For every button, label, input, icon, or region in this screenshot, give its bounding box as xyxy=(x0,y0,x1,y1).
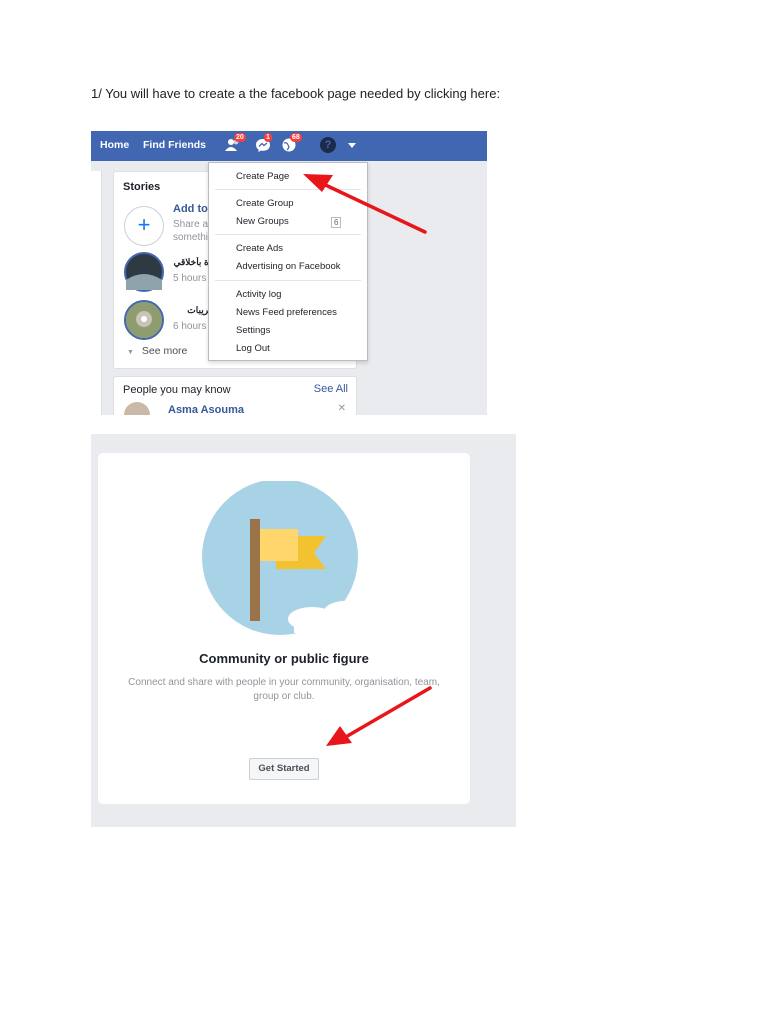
friend-requests-badge: 20 xyxy=(234,133,246,142)
create-page-screenshot: Community or public figure Connect and s… xyxy=(91,434,516,827)
account-menu-caret-icon[interactable] xyxy=(348,143,356,148)
story-time: 5 hours xyxy=(173,273,207,284)
notifications-badge: 68 xyxy=(290,133,302,142)
friend-requests-icon[interactable]: 20 xyxy=(225,133,246,152)
menu-item-create-page[interactable]: Create Page xyxy=(236,171,289,182)
account-dropdown-menu: Create Page Create Group New Groups 6 Cr… xyxy=(208,162,368,361)
add-story-plus-icon[interactable]: + xyxy=(124,206,164,246)
menu-divider xyxy=(215,189,361,190)
close-icon[interactable]: ✕ xyxy=(338,403,346,414)
add-story-label[interactable]: Add to xyxy=(173,203,208,215)
menu-item-settings[interactable]: Settings xyxy=(236,325,270,336)
person-name-link[interactable]: Asma Asouma xyxy=(168,404,244,415)
notifications-globe-icon[interactable]: 68 xyxy=(281,133,302,152)
person-avatar[interactable] xyxy=(124,402,150,415)
messenger-icon[interactable]: 1 xyxy=(255,133,272,152)
facebook-top-bar: Home Find Friends 20 1 68 ? xyxy=(91,131,487,161)
story-avatar[interactable] xyxy=(124,252,164,292)
see-more-label: See more xyxy=(141,345,188,357)
story-time: 6 hours xyxy=(173,321,207,332)
messages-badge: 1 xyxy=(264,133,272,142)
story-avatar[interactable] xyxy=(124,300,164,340)
facebook-menu-screenshot: Home Find Friends 20 1 68 ? Stories + Ad… xyxy=(91,131,487,415)
menu-item-new-groups[interactable]: New Groups xyxy=(236,216,289,227)
menu-item-log-out[interactable]: Log Out xyxy=(236,343,270,354)
menu-divider xyxy=(215,234,361,235)
menu-item-advertising[interactable]: Advertising on Facebook xyxy=(236,261,341,272)
menu-item-news-feed-preferences[interactable]: News Feed preferences xyxy=(236,307,337,318)
people-you-may-know-panel: People you may know See All Asma Asouma … xyxy=(113,376,357,415)
new-groups-count-badge: 6 xyxy=(331,217,342,228)
nav-home-link[interactable]: Home xyxy=(100,139,129,151)
left-column-edge xyxy=(91,171,102,415)
help-icon[interactable]: ? xyxy=(320,137,336,153)
community-page-card: Community or public figure Connect and s… xyxy=(98,453,470,804)
menu-item-create-group[interactable]: Create Group xyxy=(236,198,294,209)
nav-find-friends-link[interactable]: Find Friends xyxy=(143,139,206,151)
card-description: Connect and share with people in your co… xyxy=(128,677,440,702)
story-name[interactable]: قريبات xyxy=(173,305,213,316)
people-title: People you may know xyxy=(123,384,231,396)
get-started-button[interactable]: Get Started xyxy=(249,758,319,780)
add-story-description: Share a somethi xyxy=(173,219,209,243)
flag-illustration-icon xyxy=(202,481,374,635)
instruction-text: 1/ You will have to create a the faceboo… xyxy=(91,86,501,101)
menu-divider xyxy=(215,280,361,281)
story-name[interactable]: رة بأخلاقي xyxy=(173,257,213,268)
menu-item-activity-log[interactable]: Activity log xyxy=(236,289,281,300)
menu-item-create-ads[interactable]: Create Ads xyxy=(236,243,283,254)
chevron-down-icon: ▼ xyxy=(127,349,134,356)
stories-title: Stories xyxy=(123,181,161,193)
card-title: Community or public figure xyxy=(199,651,369,666)
see-more-link[interactable]: ▼ See more xyxy=(127,345,187,357)
see-all-link[interactable]: See All xyxy=(314,383,348,395)
